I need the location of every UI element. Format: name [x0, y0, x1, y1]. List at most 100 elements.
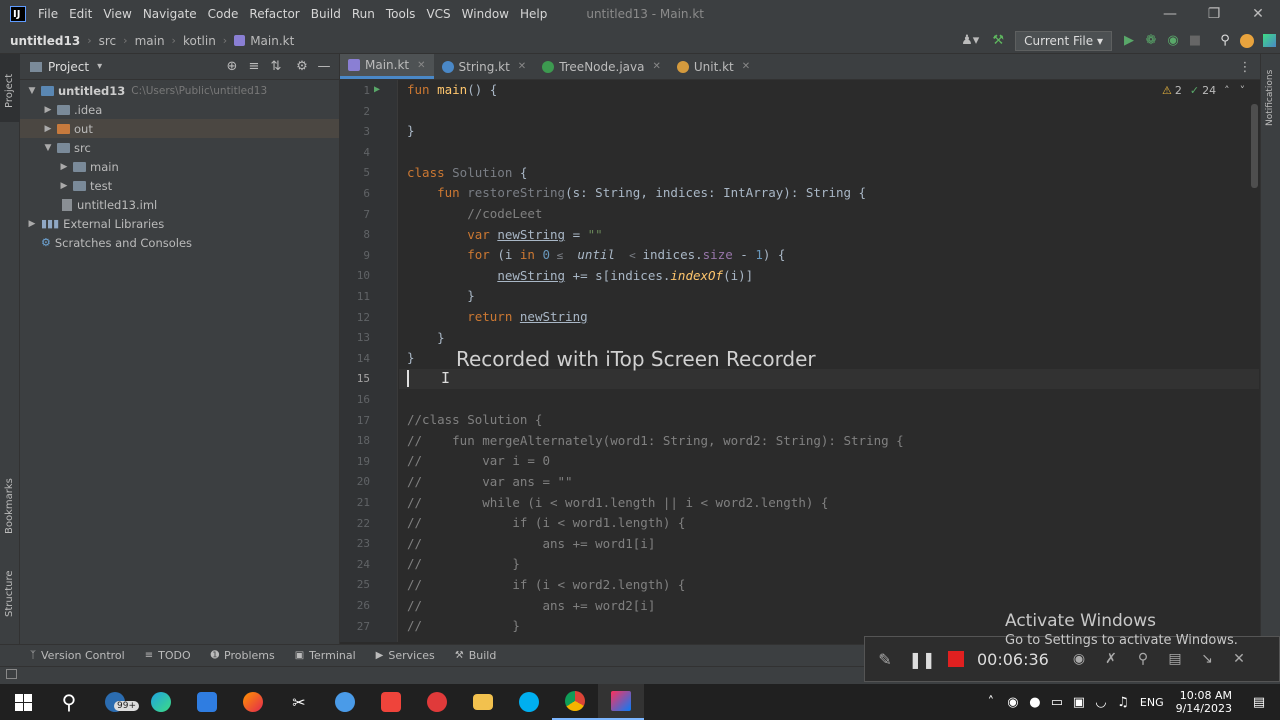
todo-tool[interactable]: ≡ TODO: [145, 649, 191, 662]
mic-muted-icon[interactable]: ✗: [1095, 648, 1127, 670]
close-icon[interactable]: ✕: [652, 61, 660, 72]
more-tabs-icon[interactable]: ⋮: [1234, 56, 1256, 78]
chevron-right-icon[interactable]: ▶: [26, 219, 38, 229]
services-tool[interactable]: ▶ Services: [376, 649, 435, 662]
chevron-right-icon[interactable]: ▶: [58, 181, 70, 191]
line-number[interactable]: 2: [340, 105, 370, 118]
chrome-icon[interactable]: [552, 684, 598, 720]
clock[interactable]: 10:08 AM 9/14/2023: [1176, 689, 1232, 715]
language-indicator[interactable]: ENG: [1140, 696, 1164, 709]
menu-window[interactable]: Window: [462, 7, 509, 21]
menu-code[interactable]: Code: [208, 7, 239, 21]
camera-tray-icon[interactable]: ▣: [1068, 691, 1090, 713]
layout-icon[interactable]: [6, 669, 17, 679]
chevron-up-icon[interactable]: ˄: [1224, 84, 1230, 97]
line-number[interactable]: 4: [340, 146, 370, 159]
line-number[interactable]: 9: [340, 249, 370, 262]
stop-record-button[interactable]: [939, 648, 973, 670]
close-window-button[interactable]: ✕: [1236, 0, 1280, 28]
update-icon[interactable]: [1236, 30, 1258, 52]
stop-icon[interactable]: ■: [1184, 30, 1206, 52]
locate-file-icon[interactable]: ⊕: [221, 56, 243, 78]
chevron-down-icon[interactable]: ▾: [97, 61, 102, 72]
tab-treenode-java[interactable]: TreeNode.java ✕: [534, 54, 669, 79]
comment-icon[interactable]: ▤: [1159, 648, 1191, 670]
chevron-right-icon[interactable]: ▶: [42, 124, 54, 134]
app-icon[interactable]: [322, 684, 368, 720]
build-hammer-icon[interactable]: ⚒: [987, 30, 1009, 52]
line-number[interactable]: 8: [340, 228, 370, 241]
microphone-icon[interactable]: ●: [1024, 691, 1046, 713]
menu-refactor[interactable]: Refactor: [249, 7, 299, 21]
menu-edit[interactable]: Edit: [69, 7, 92, 21]
pen-icon[interactable]: ✎: [865, 648, 905, 670]
gear-icon[interactable]: ⚙: [291, 56, 313, 78]
menu-run[interactable]: Run: [352, 7, 375, 21]
breadcrumb-project[interactable]: untitled13: [10, 34, 80, 48]
menu-build[interactable]: Build: [311, 7, 341, 21]
menu-view[interactable]: View: [103, 7, 131, 21]
project-tool-tab[interactable]: Project: [0, 54, 20, 122]
run-icon[interactable]: ▶: [1118, 30, 1140, 52]
collapse-all-icon[interactable]: ⇅: [265, 56, 287, 78]
line-number[interactable]: 3: [340, 125, 370, 138]
tree-item-out[interactable]: ▶ out: [20, 119, 339, 138]
line-number[interactable]: 6: [340, 187, 370, 200]
search-icon[interactable]: ⚲: [1214, 30, 1236, 52]
structure-tool-tab[interactable]: Structure: [0, 569, 20, 634]
line-number[interactable]: 15: [340, 372, 370, 385]
restore-button[interactable]: ❐: [1192, 0, 1236, 28]
line-number[interactable]: 22: [340, 517, 370, 530]
close-icon[interactable]: ✕: [742, 61, 750, 72]
tree-item-scratches[interactable]: ⚙ Scratches and Consoles: [20, 233, 339, 252]
line-number[interactable]: 25: [340, 578, 370, 591]
chevron-down-icon[interactable]: ▼: [42, 143, 54, 153]
line-number[interactable]: 14: [340, 352, 370, 365]
line-number[interactable]: 7: [340, 208, 370, 221]
menu-vcs[interactable]: VCS: [426, 7, 450, 21]
terminal-tool[interactable]: ▣ Terminal: [295, 649, 356, 662]
run-gutter-icon[interactable]: ▶: [374, 84, 380, 95]
run-config-dropdown[interactable]: Current File ▾: [1015, 30, 1112, 51]
camera-icon[interactable]: ◉: [1063, 648, 1095, 670]
skype-icon[interactable]: [506, 684, 552, 720]
debug-icon[interactable]: ❁: [1140, 30, 1162, 52]
intellij-logo-icon[interactable]: IJ: [10, 6, 26, 22]
mail-icon[interactable]: 99+: [92, 684, 139, 720]
line-number[interactable]: 12: [340, 311, 370, 324]
chevron-right-icon[interactable]: ▶: [42, 105, 54, 115]
tree-item-test[interactable]: ▶ test: [20, 176, 339, 195]
search-icon[interactable]: ⚲: [46, 684, 92, 720]
tab-main-kt[interactable]: Main.kt ✕: [340, 54, 434, 79]
pause-button[interactable]: ❚❚: [905, 648, 939, 670]
line-number[interactable]: 19: [340, 455, 370, 468]
chevron-up-icon[interactable]: ˄: [980, 691, 1002, 713]
breadcrumb-main[interactable]: main: [135, 34, 165, 48]
coverage-icon[interactable]: ◉: [1162, 30, 1184, 52]
line-number[interactable]: 1: [340, 84, 370, 97]
tab-string-kt[interactable]: String.kt ✕: [434, 54, 535, 79]
menu-file[interactable]: File: [38, 7, 58, 21]
tree-item-external-libraries[interactable]: ▶ ▮▮▮ External Libraries: [20, 214, 339, 233]
user-icon[interactable]: ♟▾: [959, 30, 981, 52]
collapse-icon[interactable]: ↘: [1191, 648, 1223, 670]
tree-item-iml[interactable]: untitled13.iml: [20, 195, 339, 214]
bookmarks-tool-tab[interactable]: Bookmarks: [0, 478, 20, 554]
close-icon[interactable]: ✕: [417, 60, 425, 71]
tree-item-idea[interactable]: ▶ .idea: [20, 100, 339, 119]
line-number[interactable]: 10: [340, 269, 370, 282]
tree-item-main[interactable]: ▶ main: [20, 157, 339, 176]
build-tool[interactable]: ⚒ Build: [455, 649, 497, 662]
file-explorer-icon[interactable]: [460, 684, 506, 720]
recorder-app-icon[interactable]: [414, 684, 460, 720]
tree-item-src[interactable]: ▼ src: [20, 138, 339, 157]
notifications-tool-tab[interactable]: Notifications: [1261, 54, 1280, 134]
battery-icon[interactable]: ▭: [1046, 691, 1068, 713]
expand-all-icon[interactable]: ≡: [243, 56, 265, 78]
tree-item-untitled13[interactable]: ▼ untitled13 C:\Users\Public\untitled13: [20, 81, 339, 100]
firefox-icon[interactable]: [230, 684, 276, 720]
tab-unit-kt[interactable]: Unit.kt ✕: [669, 54, 758, 79]
chevron-down-icon[interactable]: ˅: [1240, 84, 1246, 97]
jetbrains-icon[interactable]: [1258, 30, 1280, 52]
menu-navigate[interactable]: Navigate: [143, 7, 197, 21]
